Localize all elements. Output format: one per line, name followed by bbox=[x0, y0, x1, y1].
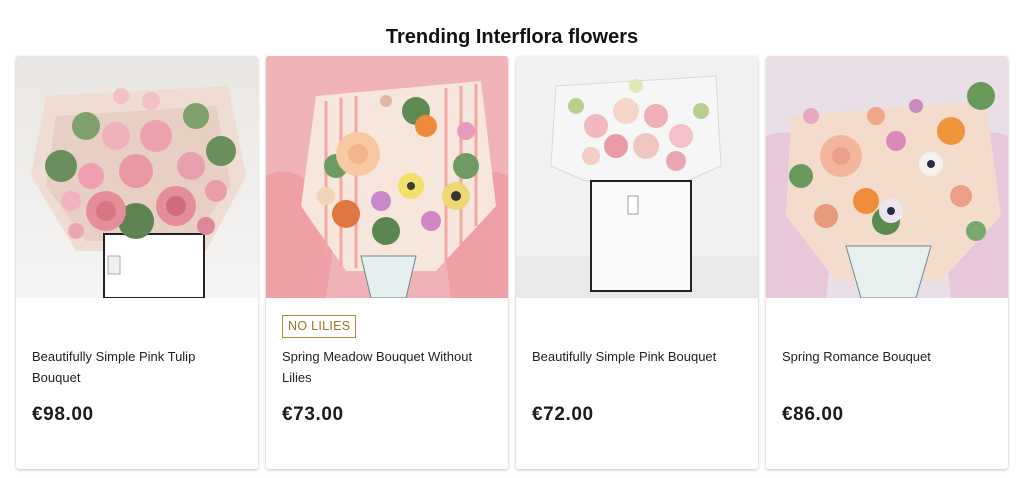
product-price: €73.00 bbox=[282, 404, 344, 425]
product-name[interactable]: Beautifully Simple Pink Bouquet bbox=[532, 346, 747, 367]
product-carousel: Beautifully Simple Pink Tulip Bouquet €9… bbox=[16, 56, 1010, 470]
product-image[interactable] bbox=[266, 56, 508, 298]
product-image[interactable] bbox=[766, 56, 1008, 298]
product-card[interactable]: NO LILIES Spring Meadow Bouquet Without … bbox=[266, 56, 508, 469]
product-card[interactable]: Beautifully Simple Pink Tulip Bouquet €9… bbox=[16, 56, 258, 469]
bouquet-image bbox=[266, 56, 508, 298]
product-price: €86.00 bbox=[782, 404, 844, 425]
product-card[interactable]: Spring Romance Bouquet €86.00 bbox=[766, 56, 1008, 469]
product-image[interactable] bbox=[16, 56, 258, 298]
product-image[interactable] bbox=[516, 56, 758, 298]
bouquet-image bbox=[16, 56, 258, 298]
bouquet-image bbox=[766, 56, 1008, 298]
product-name[interactable]: Spring Romance Bouquet bbox=[782, 346, 997, 367]
product-name[interactable]: Beautifully Simple Pink Tulip Bouquet bbox=[32, 346, 247, 388]
section-title: Trending Interflora flowers bbox=[385, 25, 639, 48]
bouquet-image bbox=[516, 56, 758, 298]
product-price: €98.00 bbox=[32, 404, 94, 425]
product-price: €72.00 bbox=[532, 404, 594, 425]
no-lilies-badge: NO LILIES bbox=[282, 315, 357, 338]
product-name[interactable]: Spring Meadow Bouquet Without Lilies bbox=[282, 346, 497, 388]
product-card[interactable]: Beautifully Simple Pink Bouquet €72.00 bbox=[516, 56, 758, 469]
